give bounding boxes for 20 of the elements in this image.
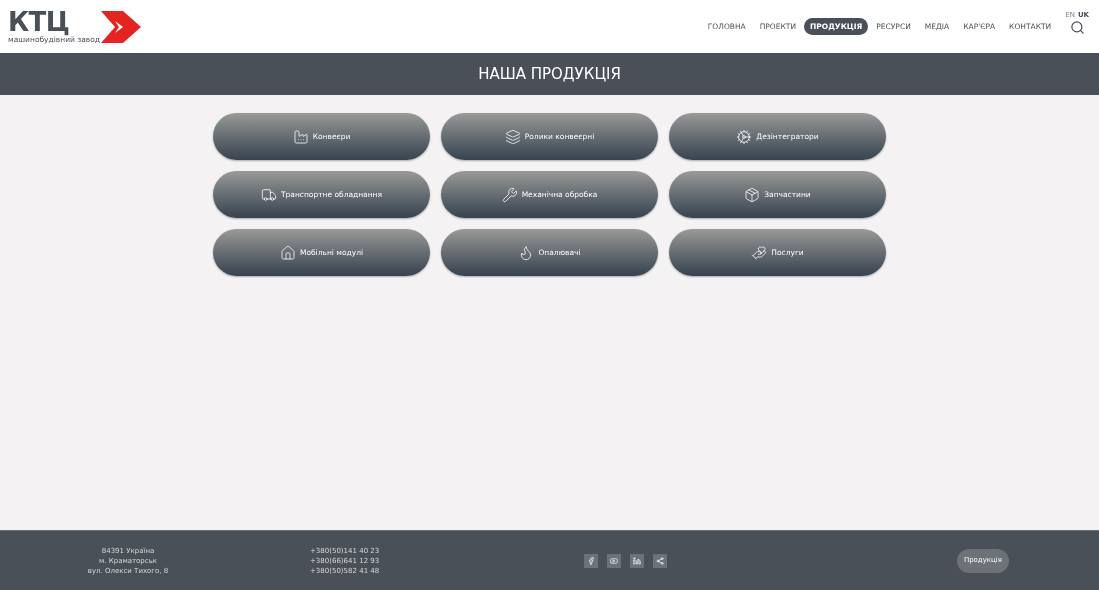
factory-icon <box>292 128 309 145</box>
layers-icon <box>504 128 521 145</box>
hand-heart-icon <box>751 244 768 261</box>
truck-icon <box>260 186 277 203</box>
facebook-icon <box>587 556 596 565</box>
wrench-icon <box>501 186 518 203</box>
logo-text[interactable]: КТЦ <box>8 9 101 35</box>
youtube-icon <box>610 556 619 565</box>
package-icon <box>744 186 761 203</box>
social-link[interactable] <box>607 553 622 568</box>
social-link[interactable] <box>630 553 645 568</box>
page-title: НАША ПРОДУКЦІЯ <box>478 63 621 85</box>
search-icon[interactable] <box>1069 19 1085 35</box>
share-icon <box>656 556 665 565</box>
social-link[interactable] <box>653 553 668 568</box>
logo-mark-icon <box>101 10 142 43</box>
social-link[interactable] <box>584 553 599 568</box>
house-icon <box>279 244 296 261</box>
linkedin-icon <box>633 556 642 565</box>
gear-icon <box>736 128 753 145</box>
